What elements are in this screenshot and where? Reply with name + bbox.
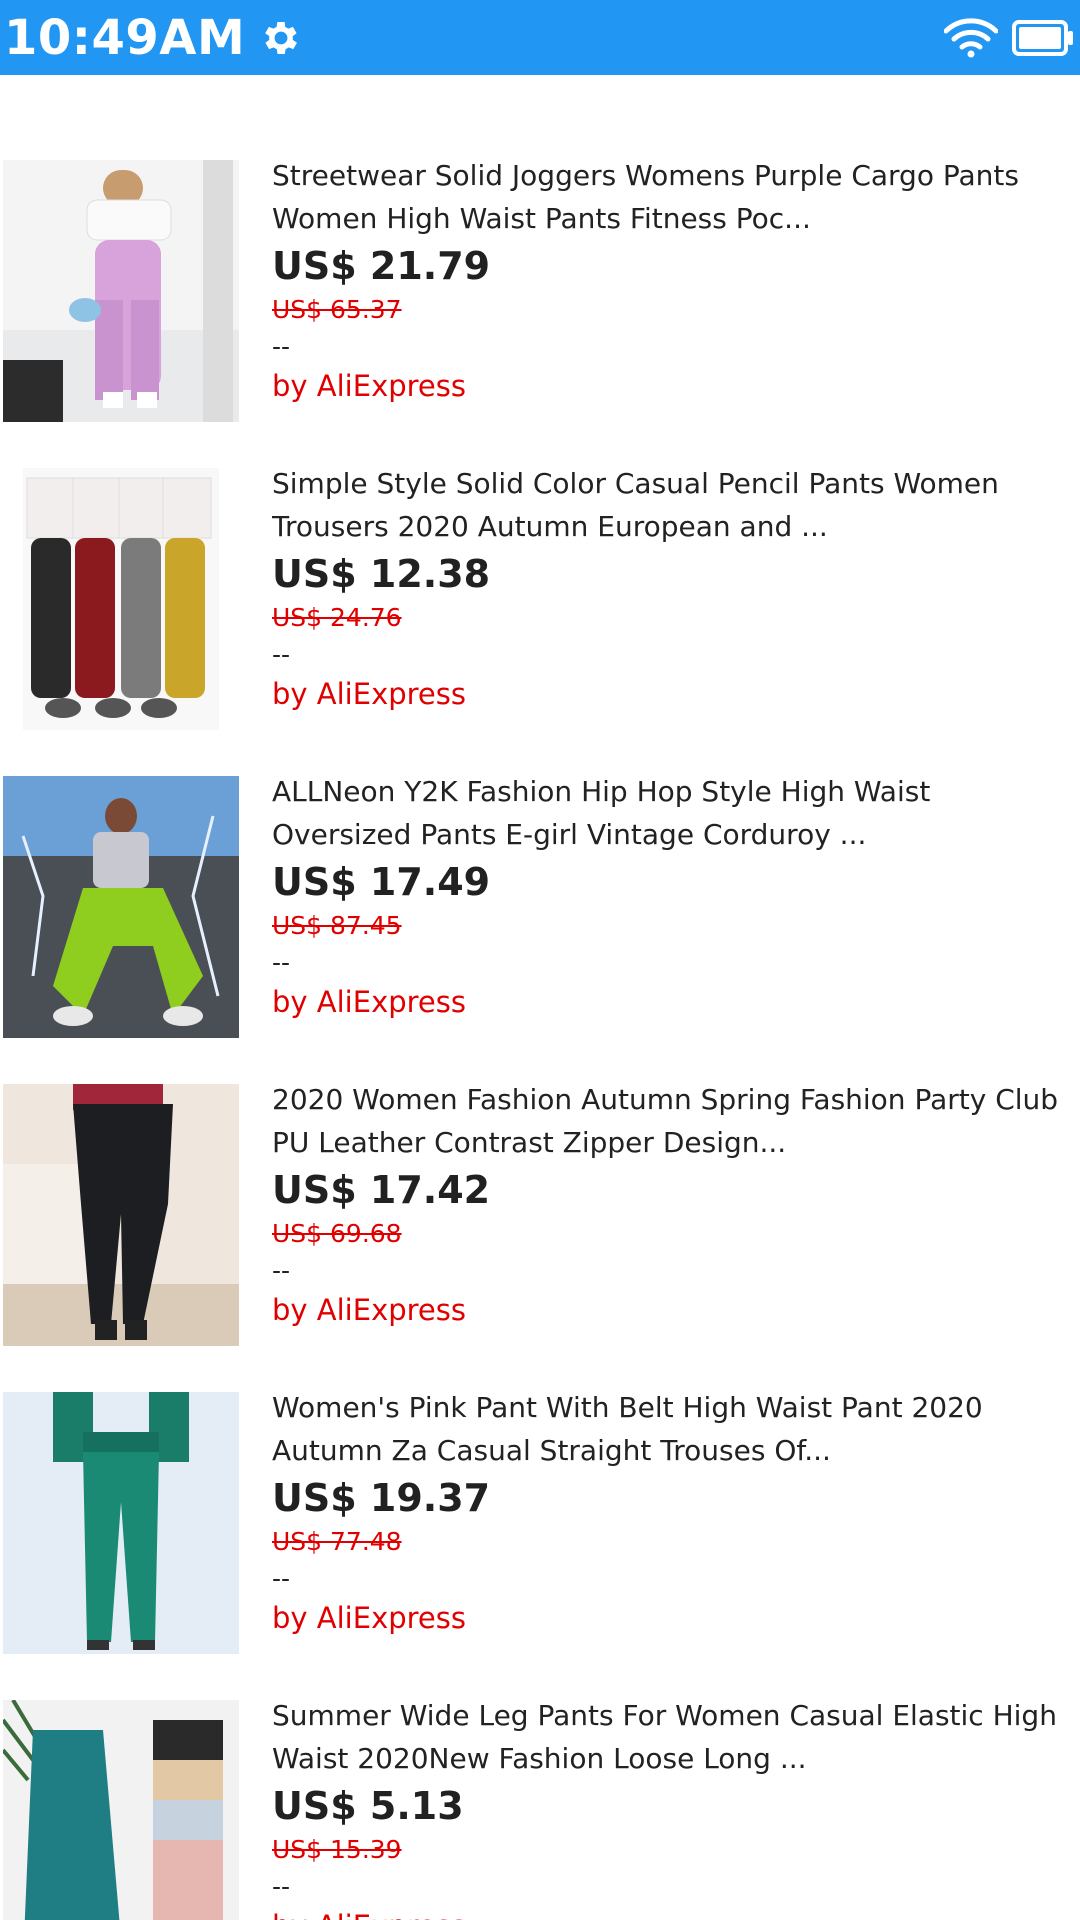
product-rating: -- <box>272 1256 291 1285</box>
product-seller: by AliExpress <box>272 985 466 1019</box>
product-rating: -- <box>272 332 291 361</box>
product-price: US$ 5.13 <box>272 1784 464 1828</box>
product-image[interactable] <box>3 1084 239 1346</box>
product-title[interactable]: Women's Pink Pant With Belt High Waist P… <box>272 1386 1062 1472</box>
status-time: 10:49AM <box>4 9 246 66</box>
product-item[interactable]: Streetwear Solid Joggers Womens Purple C… <box>0 159 1080 468</box>
product-price: US$ 17.49 <box>272 860 491 904</box>
product-seller: by AliExpress <box>272 1601 466 1635</box>
product-rating: -- <box>272 1872 291 1901</box>
product-original-price: US$ 69.68 <box>272 1219 402 1248</box>
status-bar: 10:49AM <box>0 0 1080 75</box>
product-seller: by AliExpress <box>272 369 466 403</box>
product-original-price: US$ 15.39 <box>272 1835 402 1864</box>
product-rating: -- <box>272 948 291 977</box>
product-seller: by AliExpress <box>272 1905 1062 1920</box>
product-image[interactable] <box>3 160 239 422</box>
product-image[interactable] <box>3 1392 239 1654</box>
product-title[interactable]: Simple Style Solid Color Casual Pencil P… <box>272 462 1062 548</box>
product-item[interactable]: 2020 Women Fashion Autumn Spring Fashion… <box>0 1083 1080 1392</box>
product-original-price: US$ 24.76 <box>272 603 402 632</box>
product-price: US$ 17.42 <box>272 1168 491 1212</box>
product-seller: by AliExpress <box>272 1293 466 1327</box>
settings-gear-icon <box>259 16 303 60</box>
product-original-price: US$ 87.45 <box>272 911 402 940</box>
product-image[interactable] <box>3 1700 239 1920</box>
product-title[interactable]: 2020 Women Fashion Autumn Spring Fashion… <box>272 1078 1062 1164</box>
product-list[interactable]: Streetwear Solid Joggers Womens Purple C… <box>0 75 1080 1920</box>
product-title[interactable]: ALLNeon Y2K Fashion Hip Hop Style High W… <box>272 770 1062 856</box>
product-title[interactable]: Summer Wide Leg Pants For Women Casual E… <box>272 1694 1062 1780</box>
product-item[interactable]: ALLNeon Y2K Fashion Hip Hop Style High W… <box>0 775 1080 1084</box>
product-seller: by AliExpress <box>272 677 466 711</box>
product-image[interactable] <box>3 468 239 730</box>
product-image[interactable] <box>3 776 239 1038</box>
product-rating: -- <box>272 640 291 669</box>
product-title[interactable]: Streetwear Solid Joggers Womens Purple C… <box>272 154 1062 240</box>
wifi-icon <box>944 17 998 58</box>
product-price: US$ 12.38 <box>272 552 491 596</box>
product-rating: -- <box>272 1564 291 1593</box>
product-item[interactable]: Simple Style Solid Color Casual Pencil P… <box>0 467 1080 776</box>
product-item[interactable]: Summer Wide Leg Pants For Women Casual E… <box>0 1699 1080 1920</box>
product-original-price: US$ 65.37 <box>272 295 402 324</box>
battery-icon <box>1012 19 1074 57</box>
product-original-price: US$ 77.48 <box>272 1527 402 1556</box>
product-item[interactable]: Women's Pink Pant With Belt High Waist P… <box>0 1391 1080 1700</box>
product-price: US$ 21.79 <box>272 244 491 288</box>
product-price: US$ 19.37 <box>272 1476 491 1520</box>
